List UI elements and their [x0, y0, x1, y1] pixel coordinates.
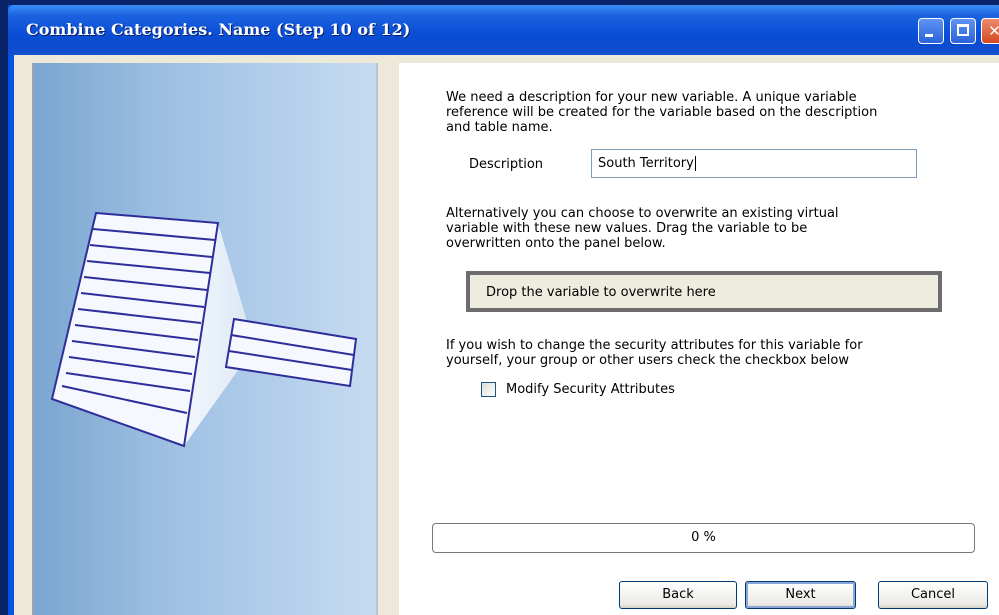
maximize-button[interactable] [950, 18, 976, 44]
back-button[interactable]: Back [619, 581, 737, 609]
intro-text-line-3: and table name. [446, 120, 553, 135]
description-input[interactable]: South Territory [591, 149, 917, 178]
progress-bar: 0 % [432, 523, 975, 553]
alt-text-line-1: Alternatively you can choose to overwrit… [446, 206, 839, 221]
minimize-button[interactable] [918, 18, 944, 44]
alt-text-line-3: overwritten onto the panel below. [446, 236, 666, 251]
text-caret [694, 156, 696, 171]
close-icon: ✕ [988, 22, 999, 40]
wizard-window: Combine Categories. Name (Step 10 of 12)… [0, 0, 999, 615]
modify-security-checkbox[interactable] [481, 382, 496, 397]
maximize-icon [957, 24, 969, 36]
security-text-line-2: yourself, your group or other users chec… [446, 353, 849, 368]
intro-text-line-2: reference will be created for the variab… [446, 105, 878, 120]
title-bar[interactable]: Combine Categories. Name (Step 10 of 12)… [8, 5, 999, 55]
minimize-icon [925, 34, 933, 37]
wizard-side-panel [32, 63, 378, 615]
alt-text-line-2: variable with these new values. Drag the… [446, 221, 808, 236]
overwrite-drop-zone[interactable]: Drop the variable to overwrite here [466, 271, 942, 312]
next-button[interactable]: Next [745, 581, 856, 609]
window-title: Combine Categories. Name (Step 10 of 12) [26, 20, 411, 39]
intro-text-line-1: We need a description for your new varia… [446, 90, 857, 105]
description-label: Description [469, 157, 544, 172]
table-combine-illustration-icon [50, 211, 358, 448]
drop-zone-label: Drop the variable to overwrite here [486, 285, 716, 300]
description-value: South Territory [598, 156, 694, 171]
close-button[interactable]: ✕ [981, 18, 999, 44]
security-text-line-1: If you wish to change the security attri… [446, 338, 863, 353]
progress-text: 0 % [691, 530, 716, 545]
modify-security-label[interactable]: Modify Security Attributes [506, 382, 675, 397]
cancel-button[interactable]: Cancel [878, 581, 988, 609]
